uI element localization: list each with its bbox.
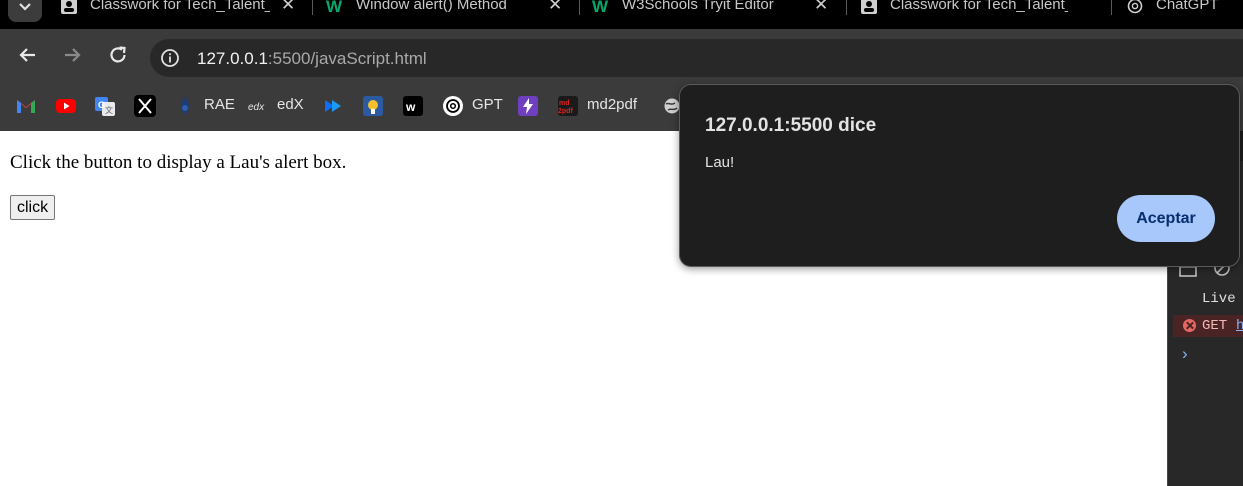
bookmark-label: RAE (204, 96, 235, 113)
tab-classwork-1[interactable]: Classwork for Tech_Talent_ ✕ (60, 0, 305, 29)
close-icon[interactable]: ✕ (548, 0, 562, 15)
bookmark-label: GPT (472, 96, 503, 113)
click-button[interactable]: click (10, 195, 56, 220)
tab-window-alert[interactable]: W Window alert() Method ✕ (326, 0, 571, 29)
forward-arrow-icon[interactable] (60, 43, 84, 67)
rae-icon (181, 97, 189, 115)
svg-text:2pdf: 2pdf (558, 108, 573, 115)
alert-dialog: 127.0.0.1:5500 dice Lau! Aceptar (679, 84, 1240, 267)
youtube-icon (56, 99, 76, 113)
tab-separator (579, 0, 580, 15)
tab-chatgpt[interactable]: ChatGPT (1126, 0, 1243, 29)
bookmark-gmail[interactable] (15, 95, 37, 117)
svg-text:文: 文 (105, 105, 113, 115)
bookmark-icon: w (403, 96, 423, 116)
tab-title: Classwork for Tech_Talent_ (890, 0, 1068, 13)
close-icon[interactable]: ✕ (814, 0, 828, 15)
url-host: 127.0.0.1 (197, 49, 268, 68)
x-icon (134, 95, 156, 117)
tab-title: Classwork for Tech_Talent_ (90, 0, 270, 13)
chevron-down-icon (19, 3, 31, 11)
bookmark-md2pdf[interactable]: md 2pdf md2pdf (557, 95, 647, 117)
dialog-message: Lau! (705, 154, 735, 171)
tab-title: W3Schools Tryit Editor (622, 0, 774, 13)
tab-separator (846, 0, 847, 15)
tab-title: ChatGPT (1156, 0, 1219, 13)
bookmark-youtube[interactable] (55, 95, 77, 117)
w3schools-icon: W (592, 0, 609, 15)
url-text[interactable]: 127.0.0.1:5500/javaScript.html (197, 49, 427, 69)
svg-text:W: W (592, 0, 609, 15)
back-arrow-icon[interactable] (16, 43, 40, 67)
gmail-icon (17, 100, 35, 113)
bookmark-site[interactable] (362, 95, 384, 117)
svg-text:edx: edx (248, 102, 265, 113)
console-prompt-chevron-icon[interactable]: › (1182, 344, 1188, 364)
url-path: :5500/javaScript.html (267, 49, 427, 68)
svg-text:md: md (559, 100, 570, 107)
tab-strip: Classwork for Tech_Talent_ ✕ W Window al… (0, 0, 1243, 29)
console-error-row[interactable]: GET h (1173, 315, 1243, 337)
error-link[interactable]: h (1236, 318, 1243, 334)
bookmark-label: md2pdf (587, 96, 638, 113)
tab-separator (312, 0, 313, 15)
tab-separator (1111, 0, 1112, 15)
error-method: GET (1202, 318, 1228, 334)
bookmark-site[interactable]: w (402, 95, 424, 117)
svg-text:G: G (98, 100, 105, 110)
tab-title: Window alert() Method (356, 0, 507, 13)
page-instruction-text: Click the button to display a Lau's aler… (10, 152, 347, 173)
tab-search-button[interactable] (8, 0, 42, 22)
svg-text:W: W (326, 0, 343, 15)
bolt-icon (518, 96, 538, 116)
classroom-icon (861, 0, 877, 14)
edx-icon: edx (248, 102, 265, 113)
svg-text:w: w (405, 100, 416, 114)
live-expression-label[interactable]: Live (1202, 291, 1236, 307)
accept-button[interactable]: Aceptar (1117, 195, 1215, 242)
browser-toolbar: 127.0.0.1:5500/javaScript.html (0, 29, 1243, 82)
bookmark-rae[interactable]: RAE (174, 95, 235, 117)
bookmark-x[interactable] (134, 95, 156, 117)
reload-icon[interactable] (106, 43, 130, 67)
md2pdf-icon: md2pdf (558, 96, 578, 116)
bookmark-edx[interactable]: edx edX (247, 95, 307, 117)
bookmark-icon (363, 96, 383, 116)
bookmark-site[interactable] (322, 95, 344, 117)
classroom-icon (61, 0, 77, 14)
error-icon (1183, 319, 1196, 332)
info-icon[interactable] (160, 48, 180, 68)
close-icon[interactable]: ✕ (281, 0, 295, 15)
w3schools-icon: W (326, 0, 343, 15)
tab-w3schools-tryit[interactable]: W W3Schools Tryit Editor ✕ (592, 0, 837, 29)
openai-icon (443, 96, 463, 116)
bookmark-google-translate[interactable]: G文 (94, 95, 116, 117)
openai-icon (1127, 0, 1143, 14)
bookmark-gpt[interactable]: GPT (442, 95, 503, 117)
bookmark-label: edX (277, 96, 304, 113)
google-translate-icon: G文 (95, 97, 115, 116)
tab-classwork-2[interactable]: Classwork for Tech_Talent_ (860, 0, 1105, 29)
dialog-title: 127.0.0.1:5500 dice (705, 115, 877, 136)
bookmark-site[interactable] (517, 95, 539, 117)
address-bar[interactable]: 127.0.0.1:5500/javaScript.html (150, 39, 1243, 77)
bookmark-icon (325, 100, 341, 112)
